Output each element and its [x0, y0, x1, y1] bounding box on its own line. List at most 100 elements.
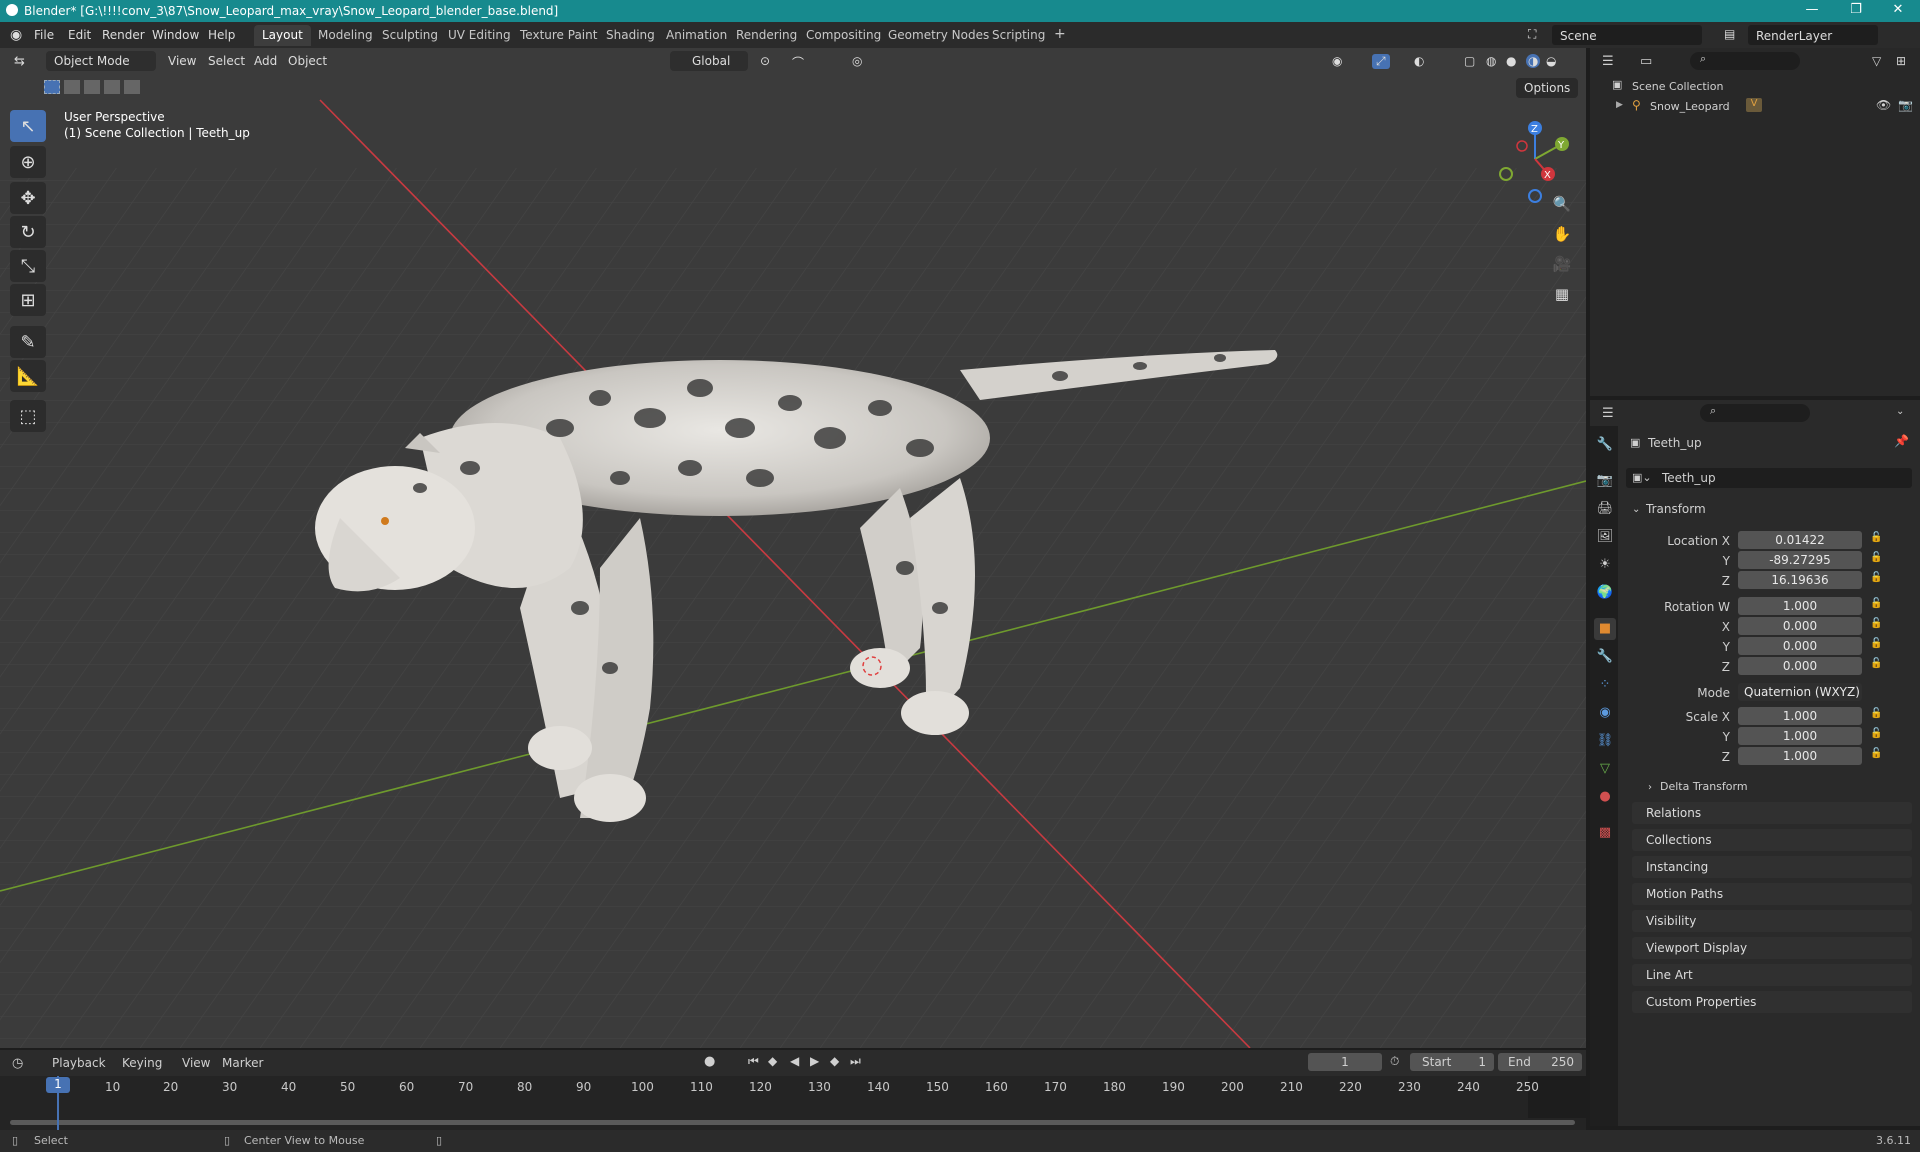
jump-end-icon[interactable]: ⏭	[850, 1054, 861, 1069]
expand-chevron-icon[interactable]: ▶	[1616, 100, 1623, 110]
lock-rotation-w-icon[interactable]: 🔓	[1870, 598, 1882, 609]
solid-shading-icon[interactable]: ●	[1506, 54, 1516, 68]
lock-scale-x-icon[interactable]: 🔓	[1870, 708, 1882, 719]
panel-viewport-display[interactable]: Viewport Display	[1632, 937, 1912, 959]
transform-panel-title[interactable]: Transform	[1646, 502, 1706, 516]
outliner-editor-icon[interactable]: ☰	[1602, 54, 1614, 69]
camera-render-icon[interactable]: 📷	[1898, 98, 1913, 112]
menu-file[interactable]: File	[34, 28, 54, 42]
tab-sculpting[interactable]: Sculpting	[374, 25, 446, 46]
select-intersect-icon[interactable]	[124, 80, 140, 94]
timeline-menu-view[interactable]: View	[182, 1056, 210, 1070]
scale-y-field[interactable]: 1.000	[1738, 727, 1862, 745]
tab-modeling[interactable]: Modeling	[310, 25, 381, 46]
output-tab-icon[interactable]: 🖨	[1594, 498, 1616, 520]
delta-transform-subpanel[interactable]: Delta Transform	[1660, 780, 1748, 793]
properties-editor-icon[interactable]: ☰	[1602, 406, 1614, 421]
transform-tool[interactable]: ⊞	[10, 284, 46, 316]
modifier-tab-icon[interactable]: 🔧	[1594, 646, 1616, 668]
ortho-grid-icon[interactable]: ▦	[1548, 280, 1576, 308]
scene-collection-label[interactable]: Scene Collection	[1632, 80, 1723, 93]
end-frame-field[interactable]: End 250	[1498, 1053, 1582, 1071]
properties-search-input[interactable]: ⌕	[1700, 404, 1810, 422]
timeline-menu-marker[interactable]: Marker	[222, 1056, 263, 1070]
move-tool[interactable]: ✥	[10, 182, 46, 214]
select-invert-icon[interactable]	[104, 80, 120, 94]
particles-tab-icon[interactable]: ⁘	[1594, 674, 1616, 696]
zoom-icon[interactable]: 🔍	[1548, 190, 1576, 218]
menu-window[interactable]: Window	[152, 28, 199, 42]
maximize-button[interactable]: ❐	[1836, 2, 1876, 20]
object-data-tab-icon[interactable]: ▽	[1594, 758, 1616, 780]
rotation-mode-dropdown[interactable]: Quaternion (WXYZ)	[1738, 683, 1862, 701]
select-new-icon[interactable]	[44, 80, 60, 94]
stopwatch-icon[interactable]: ⏱	[1390, 1054, 1399, 1069]
close-button[interactable]: ✕	[1878, 2, 1918, 20]
3d-viewport[interactable]: ⇆ Object Mode View Select Add Object Glo…	[0, 48, 1586, 1048]
armature-data-icon[interactable]: V	[1746, 98, 1762, 112]
editor-type-icon[interactable]: ⇆	[14, 54, 25, 69]
scene-selector-icon[interactable]: ⛶	[1528, 27, 1536, 42]
menu-edit[interactable]: Edit	[68, 28, 91, 42]
constraints-tab-icon[interactable]: ⛓	[1594, 730, 1616, 752]
panel-custom-properties[interactable]: Custom Properties	[1632, 991, 1912, 1013]
record-keyframe-icon[interactable]: ●	[704, 1054, 715, 1069]
world-tab-icon[interactable]: 🌍	[1594, 582, 1616, 604]
current-frame-field[interactable]: 1	[1308, 1053, 1382, 1071]
tool-tab-icon[interactable]: 🔧	[1594, 434, 1616, 456]
physics-tab-icon[interactable]: ◉	[1594, 702, 1616, 724]
location-y-field[interactable]: -89.27295	[1738, 551, 1862, 569]
timeline-scrollbar[interactable]	[10, 1120, 1575, 1125]
wireframe-shading-icon[interactable]: ◍	[1486, 54, 1496, 68]
rotation-y-field[interactable]: 0.000	[1738, 637, 1862, 655]
view-layer-icon[interactable]: ▤	[1724, 27, 1735, 41]
visibility-icon[interactable]: ◉	[1332, 54, 1342, 68]
scale-tool[interactable]: ⤡	[10, 250, 46, 282]
object-tab-icon[interactable]: ■	[1594, 618, 1616, 640]
lock-scale-y-icon[interactable]: 🔓	[1870, 728, 1882, 739]
transform-expand-icon[interactable]: ⌄	[1632, 504, 1640, 515]
xray-icon[interactable]: ▢	[1464, 54, 1475, 68]
eye-icon[interactable]: 👁	[1876, 98, 1891, 112]
blender-menu-icon[interactable]: ◉	[10, 27, 22, 43]
lock-scale-z-icon[interactable]: 🔓	[1870, 748, 1882, 759]
properties-options-chevron-icon[interactable]: ⌄	[1896, 406, 1904, 417]
filter-icon[interactable]: ▽	[1872, 54, 1881, 68]
lock-location-x-icon[interactable]: 🔓	[1870, 532, 1882, 543]
pin-icon[interactable]: 📌	[1894, 434, 1909, 448]
timeline-menu-keying[interactable]: Keying	[122, 1056, 162, 1070]
tab-uv-editing[interactable]: UV Editing	[440, 25, 519, 46]
timeline-editor-icon[interactable]: ◷	[12, 1056, 23, 1071]
panel-line-art[interactable]: Line Art	[1632, 964, 1912, 986]
scene-tab-icon[interactable]: ☀	[1594, 554, 1616, 576]
render-tab-icon[interactable]: 📷	[1594, 470, 1616, 492]
view-layer-tab-icon[interactable]: 🖼	[1594, 526, 1616, 548]
add-workspace-button[interactable]: +	[1046, 23, 1074, 44]
object-browse-icon[interactable]: ▣⌄	[1632, 471, 1652, 484]
tab-texture-paint[interactable]: Texture Paint	[512, 25, 605, 46]
rendered-shading-icon[interactable]: ◒	[1546, 54, 1556, 68]
play-icon[interactable]: ▶	[810, 1054, 819, 1068]
material-tab-icon[interactable]: ●	[1594, 786, 1616, 808]
select-subtract-icon[interactable]	[84, 80, 100, 94]
tab-compositing[interactable]: Compositing	[798, 25, 889, 46]
viewport-menu-add[interactable]: Add	[254, 54, 277, 68]
lock-rotation-x-icon[interactable]: 🔓	[1870, 618, 1882, 629]
transform-orientation-dropdown[interactable]: Global	[670, 51, 748, 71]
overlays-icon[interactable]: ◐	[1414, 54, 1424, 68]
outliner-item-snow-leopard[interactable]: Snow_Leopard	[1650, 100, 1730, 113]
render-layer-field[interactable]: RenderLayer	[1748, 25, 1878, 45]
cursor-tool[interactable]: ⊕	[10, 146, 46, 178]
tab-layout[interactable]: Layout	[254, 25, 311, 46]
proportional-edit-icon[interactable]: ◎	[852, 54, 862, 68]
playhead-frame-indicator[interactable]: 1	[46, 1077, 70, 1093]
select-extend-icon[interactable]	[64, 80, 80, 94]
menu-render[interactable]: Render	[102, 28, 145, 42]
panel-visibility[interactable]: Visibility	[1632, 910, 1912, 932]
jump-next-keyframe-icon[interactable]: ◆	[830, 1054, 839, 1068]
new-collection-icon[interactable]: ⊞	[1896, 54, 1906, 68]
tab-scripting[interactable]: Scripting	[984, 25, 1053, 46]
location-z-field[interactable]: 16.19636	[1738, 571, 1862, 589]
object-mode-dropdown[interactable]: Object Mode	[46, 51, 156, 71]
annotate-tool[interactable]: ✎	[10, 326, 46, 358]
